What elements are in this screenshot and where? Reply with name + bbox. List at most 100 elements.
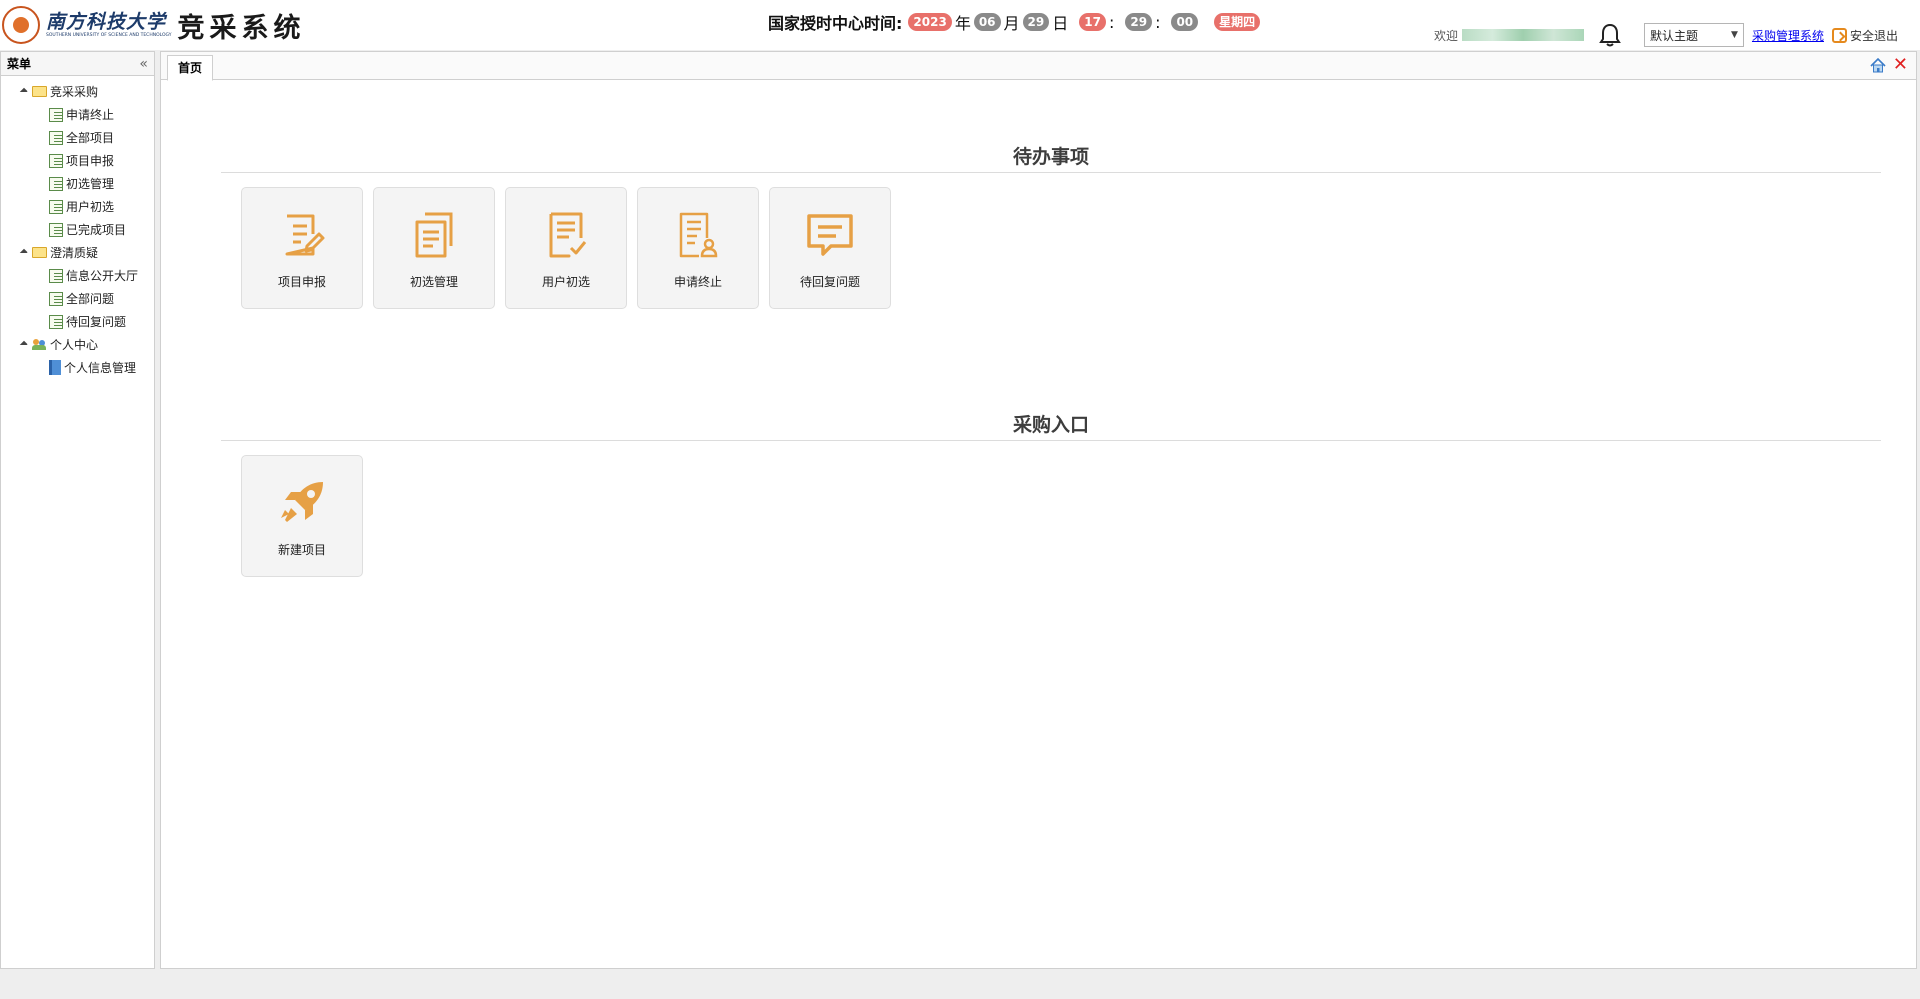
tree-item-label: 信息公开大厅 bbox=[66, 269, 139, 283]
tab-bar: 首页 ✕ bbox=[161, 52, 1916, 81]
header: 南方科技大学 SOUTHERN UNIVERSITY OF SCIENCE AN… bbox=[0, 0, 1920, 50]
list-icon bbox=[49, 314, 63, 329]
logout-icon bbox=[1831, 27, 1847, 43]
user-bar: 欢迎 默认主题 ▼ 采购管理系统 安全退出 bbox=[1434, 22, 1898, 48]
sidebar-header: 菜单 « bbox=[1, 52, 154, 76]
theme-select-value: 默认主题 bbox=[1649, 28, 1698, 43]
expand-triangle-icon[interactable] bbox=[19, 248, 29, 257]
tree-item-label: 项目申报 bbox=[66, 154, 115, 168]
theme-select[interactable]: 默认主题 ▼ bbox=[1643, 23, 1744, 47]
tree-item-preselect-manage[interactable]: 初选管理 bbox=[1, 172, 154, 195]
collapse-icon[interactable]: « bbox=[139, 56, 148, 72]
clock-day-unit: 日 bbox=[1052, 14, 1069, 33]
list-icon bbox=[49, 130, 63, 145]
chat-bubble-icon bbox=[807, 214, 853, 256]
tree-group-procurement[interactable]: 竞采采购 bbox=[1, 80, 154, 103]
tree-item-label: 初选管理 bbox=[66, 177, 115, 191]
folder-icon bbox=[32, 247, 47, 258]
logo: 南方科技大学 SOUTHERN UNIVERSITY OF SCIENCE AN… bbox=[2, 4, 306, 46]
tree-item-project-declare[interactable]: 项目申报 bbox=[1, 149, 154, 172]
card-apply-terminate[interactable]: 申请终止 bbox=[637, 187, 759, 309]
username-blurred bbox=[1461, 29, 1584, 41]
list-icon bbox=[49, 107, 63, 122]
todo-section-title: 待办事项 bbox=[221, 142, 1881, 173]
logout-button[interactable]: 安全退出 bbox=[1831, 27, 1898, 44]
clock-second: 00 bbox=[1171, 13, 1199, 31]
card-label: 用户初选 bbox=[541, 275, 590, 289]
tree-item-label: 申请终止 bbox=[66, 108, 115, 122]
tree-item-all-projects[interactable]: 全部项目 bbox=[1, 126, 154, 149]
clock-year: 2023 bbox=[908, 13, 952, 31]
book-icon bbox=[49, 360, 61, 375]
list-icon bbox=[49, 153, 63, 168]
bell-icon[interactable] bbox=[1598, 22, 1622, 48]
tree-item-label: 已完成项目 bbox=[66, 223, 127, 237]
university-name-en: SOUTHERN UNIVERSITY OF SCIENCE AND TECHN… bbox=[46, 33, 172, 38]
document-check-icon bbox=[549, 212, 587, 258]
tree-item-label: 用户初选 bbox=[66, 200, 115, 214]
tree-item-label: 全部问题 bbox=[66, 292, 115, 306]
card-new-project[interactable]: 新建项目 bbox=[241, 455, 363, 577]
card-label: 待回复问题 bbox=[799, 275, 860, 289]
rocket-icon bbox=[281, 482, 323, 522]
card-label: 申请终止 bbox=[673, 275, 722, 289]
tree-group-label: 个人中心 bbox=[50, 338, 99, 352]
clock-minute: 29 bbox=[1125, 13, 1153, 31]
main-panel: 首页 ✕ 待办事项 项目申报 初选管理 用户初选 申请终止 待回复问题 采购入口… bbox=[160, 51, 1917, 969]
system-name: 竞采系统 bbox=[177, 12, 306, 44]
documents-stack-icon bbox=[415, 212, 453, 258]
expand-triangle-icon[interactable] bbox=[19, 340, 29, 349]
tree-item-user-preselect[interactable]: 用户初选 bbox=[1, 195, 154, 218]
tree-group-clarification[interactable]: 澄清质疑 bbox=[1, 241, 154, 264]
expand-triangle-icon[interactable] bbox=[19, 87, 29, 96]
menu-tree: 竞采采购 申请终止 全部项目 项目申报 初选管理 用户初选 已完成项目 澄清质疑… bbox=[1, 76, 154, 379]
logout-label: 安全退出 bbox=[1849, 28, 1898, 43]
welcome-text: 欢迎 bbox=[1433, 28, 1458, 43]
clock-sep: : bbox=[1155, 12, 1161, 32]
clock-sep: : bbox=[1108, 12, 1115, 32]
card-user-preselect[interactable]: 用户初选 bbox=[505, 187, 627, 309]
tree-item-all-questions[interactable]: 全部问题 bbox=[1, 287, 154, 310]
list-icon bbox=[49, 199, 63, 214]
clock-day: 29 bbox=[1022, 13, 1050, 31]
card-label: 初选管理 bbox=[409, 275, 458, 289]
sidebar-title: 菜单 bbox=[7, 57, 32, 71]
tree-item-label: 待回复问题 bbox=[66, 315, 127, 329]
clock-weekday: 星期四 bbox=[1214, 13, 1261, 31]
tab-home[interactable]: 首页 bbox=[167, 55, 214, 81]
university-name: 南方科技大学 bbox=[46, 11, 167, 33]
card-label: 项目申报 bbox=[277, 275, 326, 289]
list-icon bbox=[49, 268, 63, 283]
close-icon[interactable]: ✕ bbox=[1893, 54, 1908, 76]
purchase-cards: 新建项目 bbox=[241, 455, 373, 577]
tree-item-info-hall[interactable]: 信息公开大厅 bbox=[1, 264, 154, 287]
chevron-down-icon: ▼ bbox=[1731, 30, 1738, 40]
tree-item-personal-info[interactable]: 个人信息管理 bbox=[1, 356, 154, 379]
users-icon bbox=[32, 338, 47, 351]
document-user-icon bbox=[679, 212, 718, 258]
tree-group-label: 澄清质疑 bbox=[50, 246, 99, 260]
tree-item-label: 个人信息管理 bbox=[64, 361, 137, 375]
clock-month: 06 bbox=[973, 13, 1001, 31]
card-project-declare[interactable]: 项目申报 bbox=[241, 187, 363, 309]
clock-label: 国家授时中心时间: bbox=[768, 14, 903, 33]
card-pending-questions[interactable]: 待回复问题 bbox=[769, 187, 891, 309]
tree-item-completed-projects[interactable]: 已完成项目 bbox=[1, 218, 154, 241]
university-seal-icon bbox=[2, 6, 40, 44]
clock-month-unit: 月 bbox=[1003, 14, 1020, 33]
card-preselect-manage[interactable]: 初选管理 bbox=[373, 187, 495, 309]
edit-document-icon bbox=[285, 214, 325, 256]
tree-group-personal[interactable]: 个人中心 bbox=[1, 333, 154, 356]
list-icon bbox=[49, 291, 63, 306]
procurement-system-link[interactable]: 采购管理系统 bbox=[1752, 27, 1824, 44]
tree-item-pending-questions[interactable]: 待回复问题 bbox=[1, 310, 154, 333]
list-icon bbox=[49, 176, 63, 191]
clock-year-unit: 年 bbox=[954, 14, 971, 33]
tree-group-label: 竞采采购 bbox=[50, 85, 99, 99]
list-icon bbox=[49, 222, 63, 237]
sidebar: 菜单 « 竞采采购 申请终止 全部项目 项目申报 初选管理 用户初选 已完成项目… bbox=[0, 51, 155, 969]
card-label: 新建项目 bbox=[277, 543, 326, 557]
clock-hour: 17 bbox=[1079, 13, 1106, 31]
tree-item-apply-terminate[interactable]: 申请终止 bbox=[1, 103, 154, 126]
home-icon[interactable] bbox=[1870, 57, 1886, 73]
